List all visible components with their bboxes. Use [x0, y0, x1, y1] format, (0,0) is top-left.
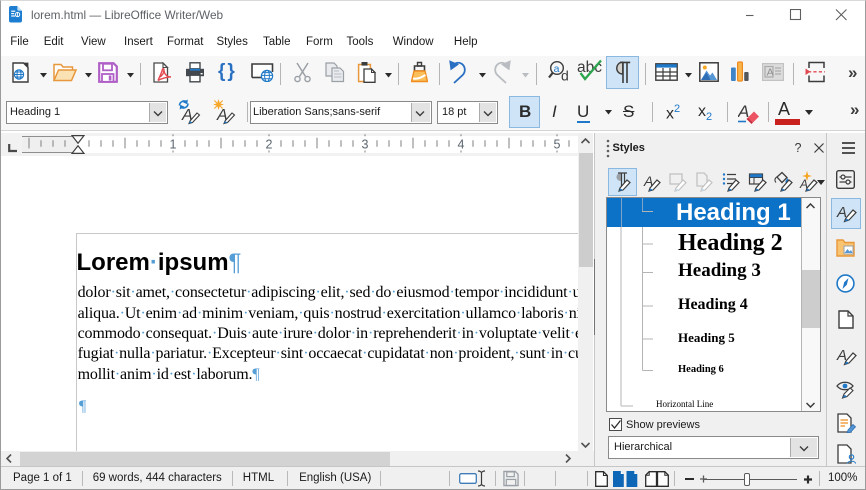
svg-text:d: d	[561, 68, 569, 84]
svg-text:5: 5	[554, 137, 561, 151]
svg-text:A: A	[767, 67, 774, 79]
svg-text:1: 1	[170, 137, 177, 151]
svg-text:4: 4	[458, 137, 465, 151]
svg-text:3: 3	[362, 137, 369, 151]
svg-text:2: 2	[266, 137, 273, 151]
svg-text:a: a	[554, 63, 560, 75]
